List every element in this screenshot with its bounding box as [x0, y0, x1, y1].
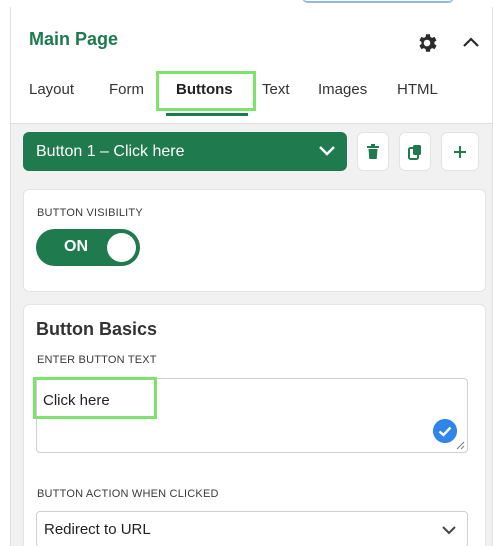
chevron-down-icon: [442, 526, 456, 535]
plus-icon: [454, 145, 466, 158]
highlight-box-buttons-tab: [156, 71, 256, 111]
add-button[interactable]: [441, 132, 479, 171]
visibility-label: BUTTON VISIBILITY: [37, 207, 143, 219]
top-edge: [0, 0, 493, 7]
visibility-card: BUTTON VISIBILITY ON: [23, 189, 486, 292]
chevron-up-icon[interactable]: [460, 31, 482, 53]
check-icon: [433, 419, 457, 443]
button-action-value: Redirect to URL: [44, 521, 151, 538]
page-title: Main Page: [29, 29, 119, 49]
chevron-down-icon: [319, 146, 335, 156]
active-tab-indicator: [166, 113, 248, 116]
trash-icon: [367, 143, 379, 159]
tab-html[interactable]: HTML: [397, 81, 438, 98]
tab-text[interactable]: Text: [262, 81, 290, 98]
button-text-input[interactable]: Click here: [33, 377, 468, 453]
button-select-dropdown[interactable]: Button 1 – Click here: [23, 132, 347, 171]
tab-layout[interactable]: Layout: [29, 81, 74, 98]
button-action-label: BUTTON ACTION WHEN CLICKED: [37, 488, 219, 500]
highlight-box-button-text: [33, 377, 157, 419]
tab-form[interactable]: Form: [109, 81, 144, 98]
button-action-select[interactable]: Redirect to URL: [36, 511, 468, 546]
duplicate-button[interactable]: [399, 132, 431, 171]
partial-link-underline: [302, 0, 454, 3]
button-selector-bar: Button 1 – Click here: [23, 132, 487, 172]
resize-handle-icon[interactable]: [455, 440, 465, 450]
gear-icon[interactable]: [415, 31, 439, 55]
copy-icon: [408, 144, 421, 160]
tab-images[interactable]: Images: [318, 81, 367, 98]
button-text-label: ENTER BUTTON TEXT: [37, 354, 157, 366]
button-select-label: Button 1 – Click here: [36, 143, 185, 160]
tab-bar: Layout Form Buttons Text Images HTML: [11, 71, 492, 124]
delete-button[interactable]: [357, 132, 389, 171]
panel-header: Main Page Layout Form Buttons Text Image…: [11, 7, 492, 124]
visibility-toggle[interactable]: ON: [36, 229, 140, 266]
editor-panel: Main Page Layout Form Buttons Text Image…: [10, 7, 493, 546]
button-basics-card: Button Basics ENTER BUTTON TEXT Click he…: [23, 304, 486, 546]
toggle-state-text: ON: [64, 238, 88, 255]
section-title: Button Basics: [36, 319, 158, 339]
toggle-knob: [107, 233, 136, 262]
